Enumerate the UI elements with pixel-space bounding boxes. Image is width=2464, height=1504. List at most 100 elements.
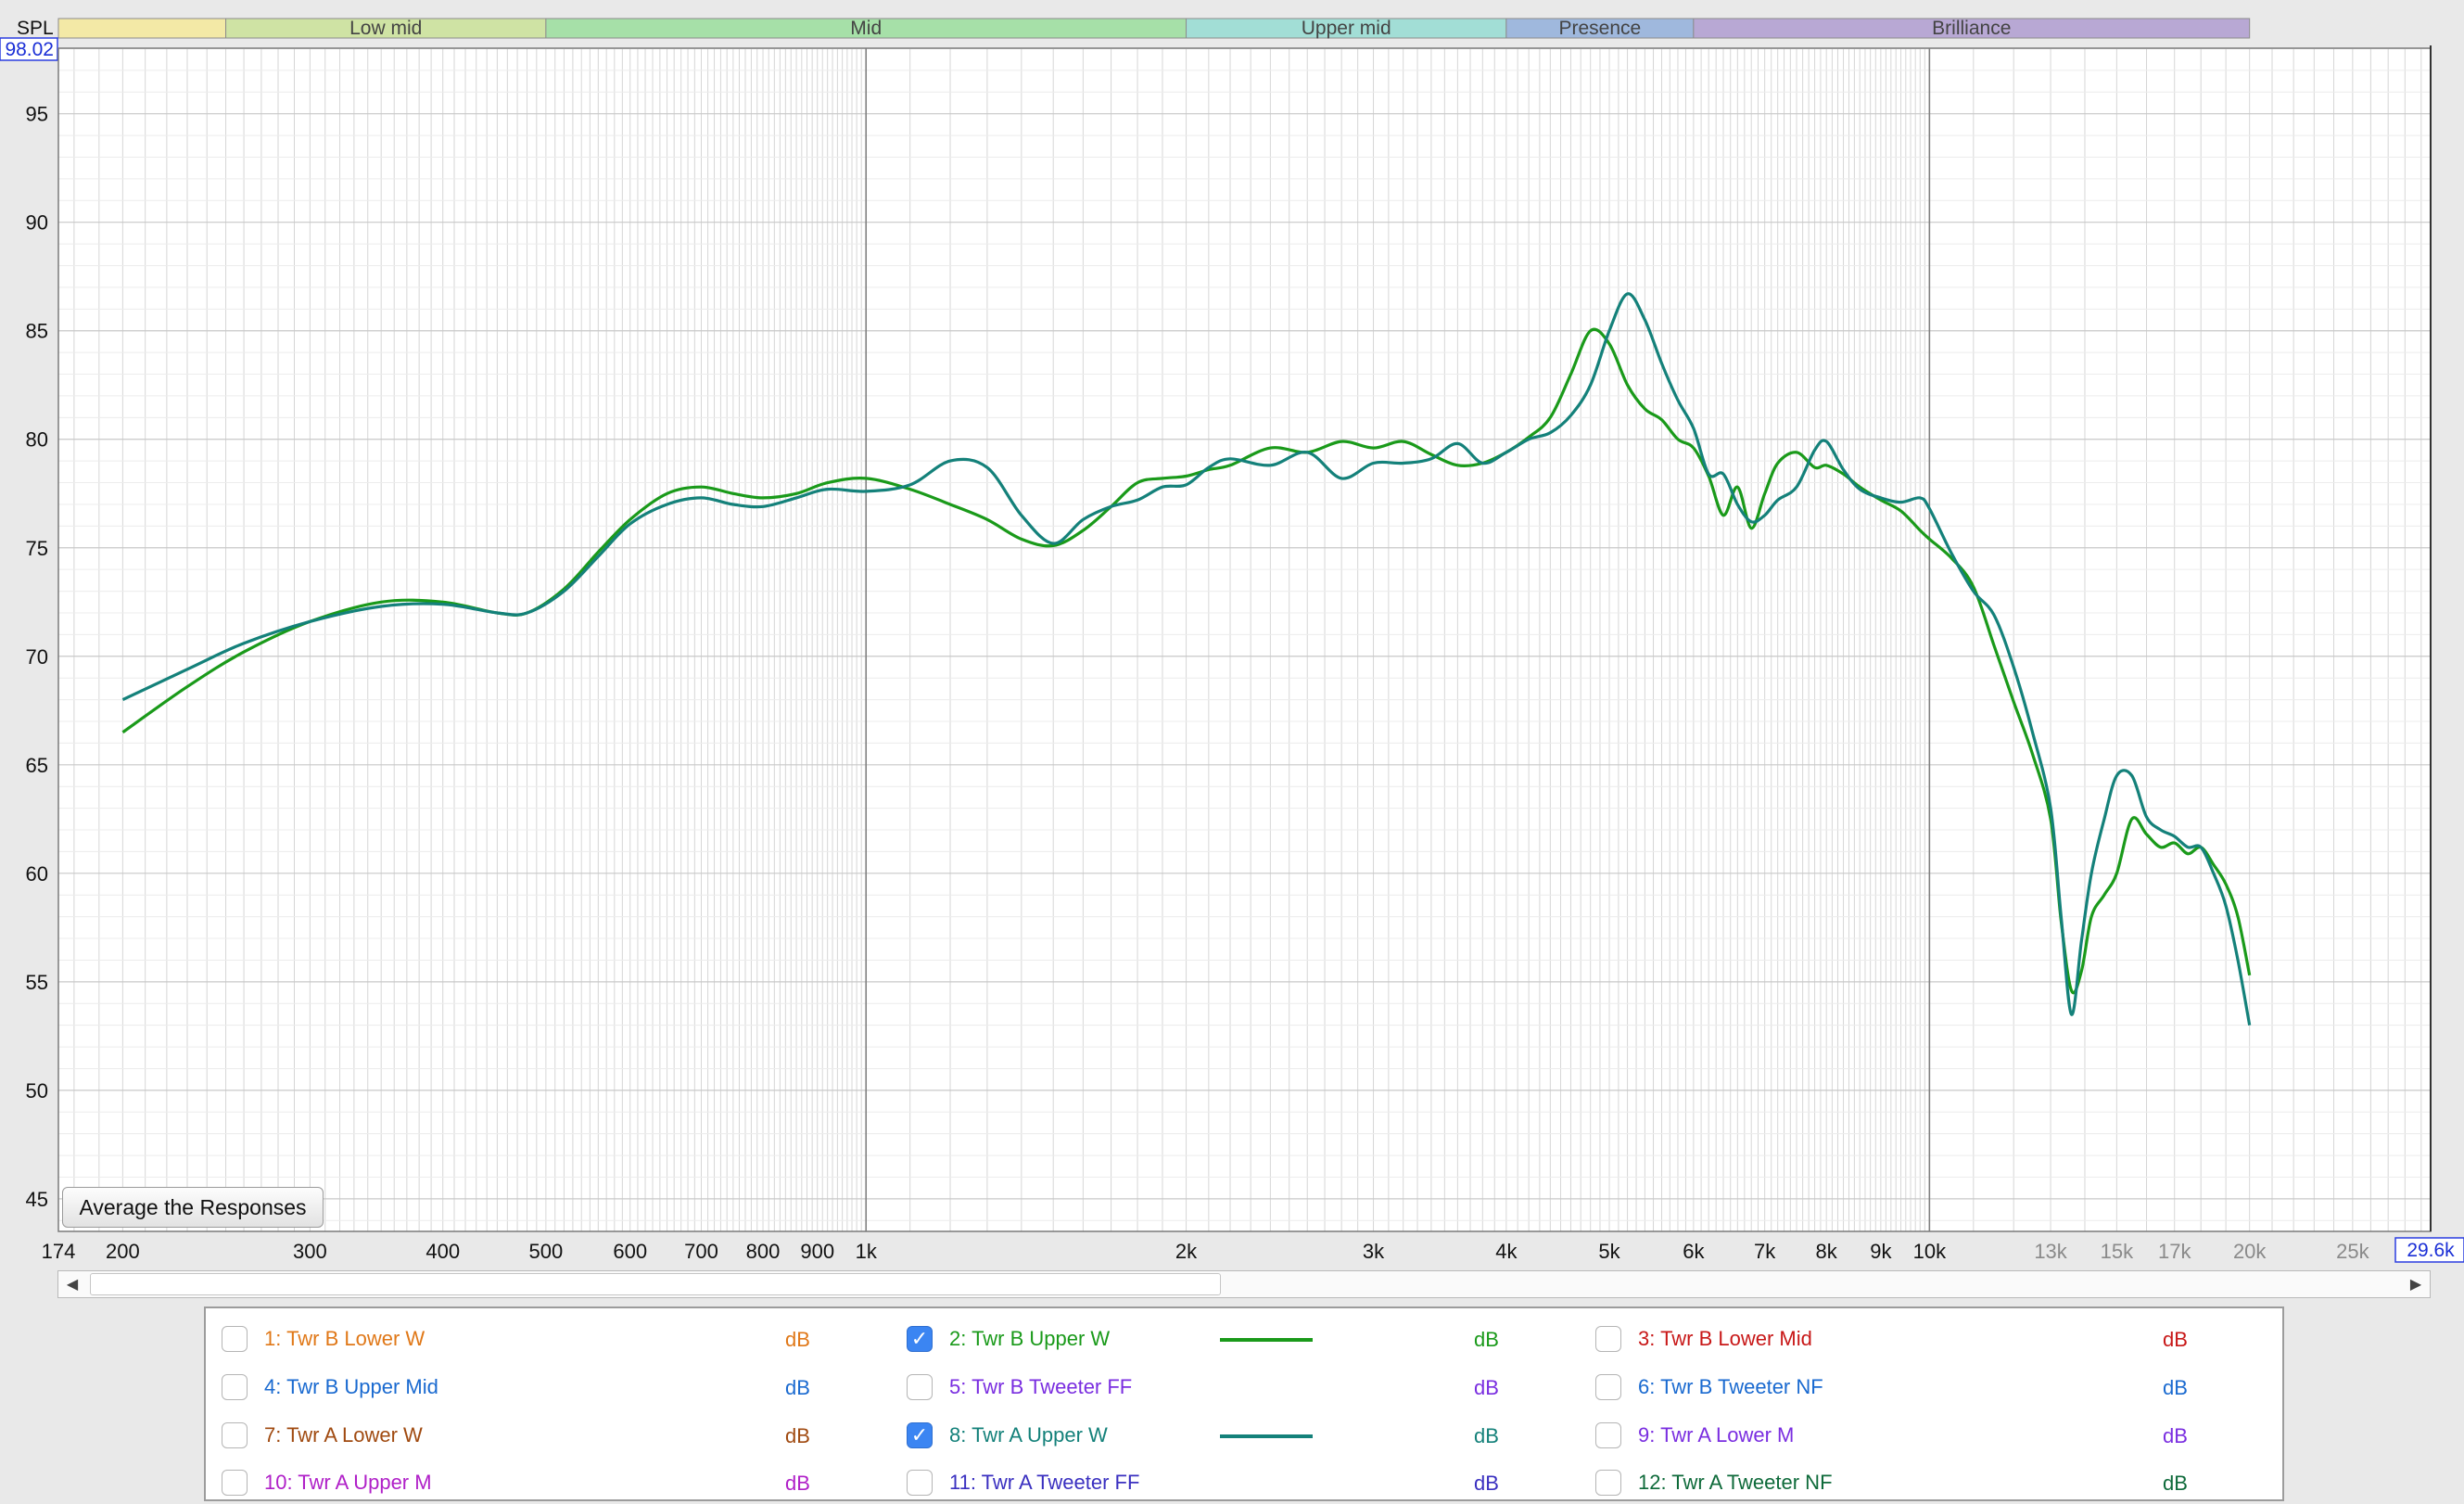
legend-unit: dB	[1474, 1424, 1499, 1447]
legend-item[interactable]: ✓ 8: Twr A Upper W	[907, 1417, 1108, 1454]
checkbox-icon[interactable]	[222, 1374, 248, 1400]
checkbox-icon[interactable]	[1595, 1470, 1621, 1496]
y-tick-label: 90	[26, 211, 48, 235]
x-tick-label: 1k	[856, 1240, 878, 1263]
legend-item[interactable]: ✓ 2: Twr B Upper W	[907, 1320, 1110, 1357]
band-label: Presence	[1559, 18, 1642, 39]
legend-line-swatch	[1220, 1338, 1313, 1342]
legend-item[interactable]: 3: Twr B Lower Mid	[1595, 1320, 1812, 1357]
legend-label: 1: Twr B Lower W	[264, 1327, 425, 1350]
x-tick-label: 4k	[1495, 1240, 1518, 1263]
x-tick-label: 400	[425, 1240, 460, 1263]
legend-unit: dB	[1474, 1328, 1499, 1351]
legend-unit: dB	[2163, 1472, 2188, 1495]
y-tick-label: 60	[26, 862, 48, 886]
legend-item[interactable]: 9: Twr A Lower M	[1595, 1417, 1794, 1454]
plot-area	[58, 48, 2431, 1231]
y-axis-title: SPL	[17, 18, 54, 39]
band-label: Brilliance	[1932, 18, 2011, 39]
legend-unit: dB	[785, 1376, 810, 1399]
legend-label: 5: Twr B Tweeter FF	[949, 1375, 1133, 1398]
checkbox-icon[interactable]	[1595, 1374, 1621, 1400]
band-label: Upper mid	[1302, 18, 1391, 39]
x-tick-label: 2k	[1175, 1240, 1198, 1263]
legend-unit: dB	[2163, 1376, 2188, 1399]
x-tick-label: 7k	[1754, 1240, 1776, 1263]
y-max-label: 98.02	[5, 39, 54, 60]
x-tick-label: 17k	[2158, 1240, 2191, 1263]
legend-unit: dB	[1474, 1472, 1499, 1495]
x-tick-label: 25k	[2336, 1240, 2369, 1263]
band-label: Low mid	[349, 18, 422, 39]
legend-label: 7: Twr A Lower W	[264, 1423, 423, 1447]
legend-label: 11: Twr A Tweeter FF	[949, 1471, 1140, 1494]
y-tick-label: 55	[26, 971, 48, 994]
x-tick-label: 800	[746, 1240, 781, 1263]
legend-label: 6: Twr B Tweeter NF	[1638, 1375, 1823, 1398]
legend-label: 12: Twr A Tweeter NF	[1638, 1471, 1833, 1494]
checkbox-icon[interactable]	[907, 1374, 933, 1400]
legend-label: 2: Twr B Upper W	[949, 1327, 1111, 1350]
legend-item[interactable]: 4: Twr B Upper Mid	[222, 1369, 438, 1406]
legend-item[interactable]: 6: Twr B Tweeter NF	[1595, 1369, 1823, 1406]
x-tick-label: 200	[106, 1240, 140, 1263]
horizontal-scrollbar[interactable]: ◀ ▶	[57, 1270, 2431, 1298]
legend-unit: dB	[2163, 1328, 2188, 1351]
x-tick-label: 600	[613, 1240, 647, 1263]
legend-item[interactable]: 10: Twr A Upper M	[222, 1464, 432, 1501]
scroll-right-icon[interactable]: ▶	[2402, 1271, 2430, 1297]
x-tick-label: 8k	[1816, 1240, 1838, 1263]
x-tick-label: 13k	[2034, 1240, 2067, 1263]
x-tick-label: 20k	[2233, 1240, 2267, 1263]
legend-unit: dB	[1474, 1376, 1499, 1399]
x-tick-label: 10k	[1913, 1240, 1947, 1263]
x-tick-label: 5k	[1598, 1240, 1620, 1263]
x-tick-label: 6k	[1683, 1240, 1705, 1263]
legend-item[interactable]: 7: Twr A Lower W	[222, 1417, 423, 1454]
x-tick-label: 900	[800, 1240, 834, 1263]
checkbox-checked-icon[interactable]: ✓	[907, 1422, 933, 1448]
checkbox-icon[interactable]	[1595, 1326, 1621, 1352]
x-tick-label: 500	[529, 1240, 564, 1263]
band-0	[57, 18, 227, 39]
checkbox-icon[interactable]	[1595, 1422, 1621, 1448]
legend-item[interactable]: 1: Twr B Lower W	[222, 1320, 425, 1357]
checkbox-icon[interactable]	[907, 1470, 933, 1496]
legend-label: 10: Twr A Upper M	[264, 1471, 432, 1494]
legend-unit: dB	[2163, 1424, 2188, 1447]
legend-item[interactable]: 11: Twr A Tweeter FF	[907, 1464, 1139, 1501]
scroll-left-icon[interactable]: ◀	[58, 1271, 86, 1297]
checkbox-icon[interactable]	[222, 1422, 248, 1448]
scrollbar-thumb[interactable]	[90, 1273, 1221, 1295]
x-tick-label: 3k	[1363, 1240, 1385, 1263]
legend-unit: dB	[785, 1472, 810, 1495]
checkbox-checked-icon[interactable]: ✓	[907, 1326, 933, 1352]
y-tick-label: 95	[26, 103, 48, 126]
spl-graph[interactable]: Low mid Mid Upper mid Presence Brilliance SPL…	[0, 0, 2464, 1266]
legend-label: 9: Twr A Lower M	[1638, 1423, 1795, 1447]
checkbox-icon[interactable]	[222, 1326, 248, 1352]
legend-item[interactable]: 12: Twr A Tweeter NF	[1595, 1464, 1833, 1501]
legend-item[interactable]: 5: Twr B Tweeter FF	[907, 1369, 1132, 1406]
y-tick-label: 65	[26, 754, 48, 777]
legend-line-swatch	[1220, 1434, 1313, 1438]
legend-unit: dB	[785, 1424, 810, 1447]
checkbox-icon[interactable]	[222, 1470, 248, 1496]
measurement-legend: 1: Twr B Lower W dB ✓ 2: Twr B Upper W dB 3: …	[204, 1306, 2284, 1501]
average-responses-button[interactable]: Average the Responses	[62, 1187, 324, 1228]
y-tick-label: 85	[26, 320, 48, 343]
legend-label: 8: Twr A Upper W	[949, 1423, 1108, 1447]
x-tick-label: 300	[293, 1240, 327, 1263]
y-tick-label: 70	[26, 645, 48, 669]
y-tick-label: 80	[26, 428, 48, 452]
x-tick-label: 15k	[2101, 1240, 2134, 1263]
x-max-label: 29.6k	[2407, 1240, 2455, 1261]
x-tick-label: 9k	[1870, 1240, 1892, 1263]
legend-label: 3: Twr B Lower Mid	[1638, 1327, 1812, 1350]
x-min-label: 174	[42, 1240, 76, 1263]
x-tick-label: 700	[684, 1240, 718, 1263]
y-tick-label: 50	[26, 1079, 48, 1103]
y-tick-label: 75	[26, 537, 48, 560]
legend-label: 4: Twr B Upper Mid	[264, 1375, 438, 1398]
band-label: Mid	[850, 18, 882, 39]
